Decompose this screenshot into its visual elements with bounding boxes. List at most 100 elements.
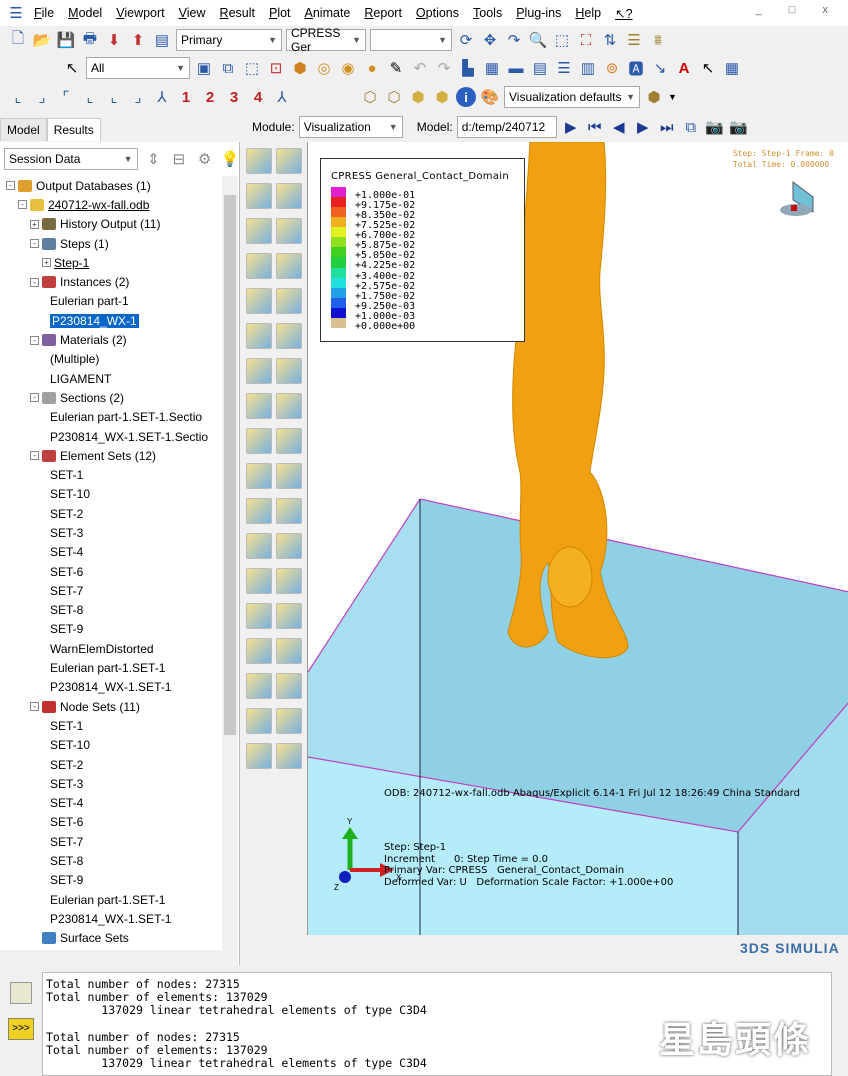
tree-item[interactable]: SET-9 (6, 871, 222, 890)
menu-file[interactable]: File (34, 6, 54, 20)
tree-item[interactable]: - Sections (2) (6, 388, 222, 407)
session-data-select[interactable]: Session Data ▼ (4, 148, 138, 170)
tree-item[interactable]: SET-1 (6, 716, 222, 735)
tree-item[interactable]: P230814_WX-1.SET-1 (6, 678, 222, 697)
tree-item[interactable]: SET-6 (6, 813, 222, 832)
display-options-select[interactable]: Visualization defaults ▼ (504, 86, 640, 108)
toolbox-tool-icon[interactable] (276, 393, 302, 419)
tree-item[interactable]: P230814_WX-1.SET-1.Sectio (6, 427, 222, 446)
print-icon[interactable]: 🖶 (80, 30, 100, 50)
render-style-icon[interactable]: ⬢ (644, 87, 664, 107)
menu-model[interactable]: Model (68, 6, 102, 20)
pointer-icon[interactable]: ↖ (698, 58, 718, 78)
sphere-icon[interactable]: ● (362, 58, 382, 78)
step-frame-icon[interactable]: ▤ (152, 30, 172, 50)
tree-item[interactable]: SET-8 (6, 601, 222, 620)
sort-icon[interactable]: ⇕ (144, 149, 164, 169)
window-controls[interactable]: _ □ x (756, 4, 840, 16)
shaded-icon[interactable]: ⬢ (432, 87, 452, 107)
toolbox-tool-icon[interactable] (276, 428, 302, 454)
menu-help[interactable]: Help (575, 6, 601, 20)
collapse-icon[interactable]: - (18, 200, 27, 210)
collapse-icon[interactable]: - (30, 393, 39, 403)
tree-item[interactable]: - Output Databases (1) (6, 176, 222, 195)
python-prompt-icon[interactable]: >>> (8, 1018, 34, 1040)
toolbox-tool-icon[interactable] (276, 183, 302, 209)
toolbox-tool-icon[interactable] (276, 603, 302, 629)
remove-select-icon[interactable]: ⊡ (266, 58, 286, 78)
collapse-icon[interactable]: - (6, 181, 15, 191)
tile-horizontal-icon[interactable]: ☰ (554, 58, 574, 78)
viewport-layout-icon[interactable]: ▬ (506, 58, 526, 78)
view-iso-icon[interactable]: ⅄ (152, 87, 172, 107)
info-icon[interactable]: i (456, 87, 476, 107)
toolbox-tool-icon[interactable] (276, 463, 302, 489)
tree-item[interactable]: - Element Sets (12) (6, 446, 222, 465)
tree-item[interactable]: LIGAMENT (6, 369, 222, 388)
tree-item[interactable]: SET-6 (6, 562, 222, 581)
view-right-icon[interactable]: ⌟ (128, 87, 148, 107)
text-annotation-icon[interactable]: A (674, 58, 694, 78)
user-view-3[interactable]: 3 (224, 87, 244, 107)
toolbox-tool-icon[interactable] (246, 183, 272, 209)
hidden-line-icon[interactable]: ⬡ (384, 87, 404, 107)
annotation-icon[interactable]: 🅰 (626, 58, 646, 78)
wireframe-icon[interactable]: ⬡ (360, 87, 380, 107)
copy-viewport-icon[interactable]: ⧉ (681, 117, 701, 137)
tree-item[interactable]: - 240712-wx-fall.odb (6, 195, 222, 214)
filter-icon[interactable]: ⚙ (195, 149, 215, 169)
arrow-annotation-icon[interactable]: ↘ (650, 58, 670, 78)
tree-item[interactable]: Eulerian part-1.SET-1 (6, 890, 222, 909)
tree-item[interactable]: WarnElemDistorted (6, 639, 222, 658)
user-view-1[interactable]: 1 (176, 87, 196, 107)
toolbox-tool-icon[interactable] (276, 253, 302, 279)
toolbox-tool-icon[interactable] (276, 148, 302, 174)
pan-icon[interactable]: ✥ (480, 30, 500, 50)
union-icon[interactable]: ◎ (314, 58, 334, 78)
perspective-off-icon[interactable]: ☰ (624, 30, 644, 50)
save-icon[interactable]: 💾 (56, 30, 76, 50)
collapse-icon[interactable]: - (30, 451, 39, 461)
tree-item[interactable]: SET-2 (6, 504, 222, 523)
collapse-icon[interactable]: - (30, 239, 39, 249)
toolbox-tool-icon[interactable] (246, 393, 272, 419)
show-all-icon[interactable]: ⬢ (290, 58, 310, 78)
toolbox-tool-icon[interactable] (246, 428, 272, 454)
render-style-dropdown-icon[interactable]: ▼ (668, 92, 677, 102)
tree-item[interactable]: SET-9 (6, 620, 222, 639)
toolbox-tool-icon[interactable] (246, 148, 272, 174)
tree-item[interactable]: SET-10 (6, 485, 222, 504)
menu-result[interactable]: Result (220, 6, 255, 20)
tree-item[interactable]: Eulerian part-1.SET-1.Sectio (6, 408, 222, 427)
invariant-select[interactable]: ▼ (370, 29, 452, 51)
previous-frame-icon[interactable]: ◀ (609, 117, 629, 137)
menu-plot[interactable]: Plot (269, 6, 291, 20)
tree-item[interactable]: + Step-1 (6, 253, 222, 272)
toolbox-tool-icon[interactable] (246, 288, 272, 314)
tree-item[interactable]: - Instances (2) (6, 272, 222, 291)
tree-item[interactable]: SET-7 (6, 581, 222, 600)
tree-item[interactable]: (Multiple) (6, 350, 222, 369)
tree-item[interactable]: SET-3 (6, 523, 222, 542)
menu-tools[interactable]: Tools (473, 6, 502, 20)
tree-item[interactable]: SET-8 (6, 851, 222, 870)
link-viewports-icon[interactable]: ⊚ (602, 58, 622, 78)
pick-icon[interactable]: ✎ (386, 58, 406, 78)
view-back-icon[interactable]: ⌟ (32, 87, 52, 107)
tree-item[interactable]: P230814_WX-1.SET-1 (6, 909, 222, 928)
tree-scroll-thumb[interactable] (224, 195, 236, 735)
toolbox-tool-icon[interactable] (246, 358, 272, 384)
rotate-icon[interactable]: ↷ (504, 30, 524, 50)
box-select-icon[interactable]: ⬚ (242, 58, 262, 78)
perspective-on-icon[interactable]: ⩩ (648, 30, 668, 50)
tile-icon[interactable]: ▤ (530, 58, 550, 78)
toolbox-tool-icon[interactable] (246, 498, 272, 524)
tree-item[interactable]: SET-2 (6, 755, 222, 774)
toolbox-tool-icon[interactable] (276, 743, 302, 769)
display-group-icon[interactable]: ▣ (194, 58, 214, 78)
play-icon[interactable]: ▶ (561, 117, 581, 137)
view-left-icon[interactable]: ⌞ (104, 87, 124, 107)
message-scrollbar[interactable] (832, 972, 848, 1076)
toolbox-tool-icon[interactable] (246, 638, 272, 664)
fit-view-icon[interactable]: ⛶ (576, 30, 596, 50)
